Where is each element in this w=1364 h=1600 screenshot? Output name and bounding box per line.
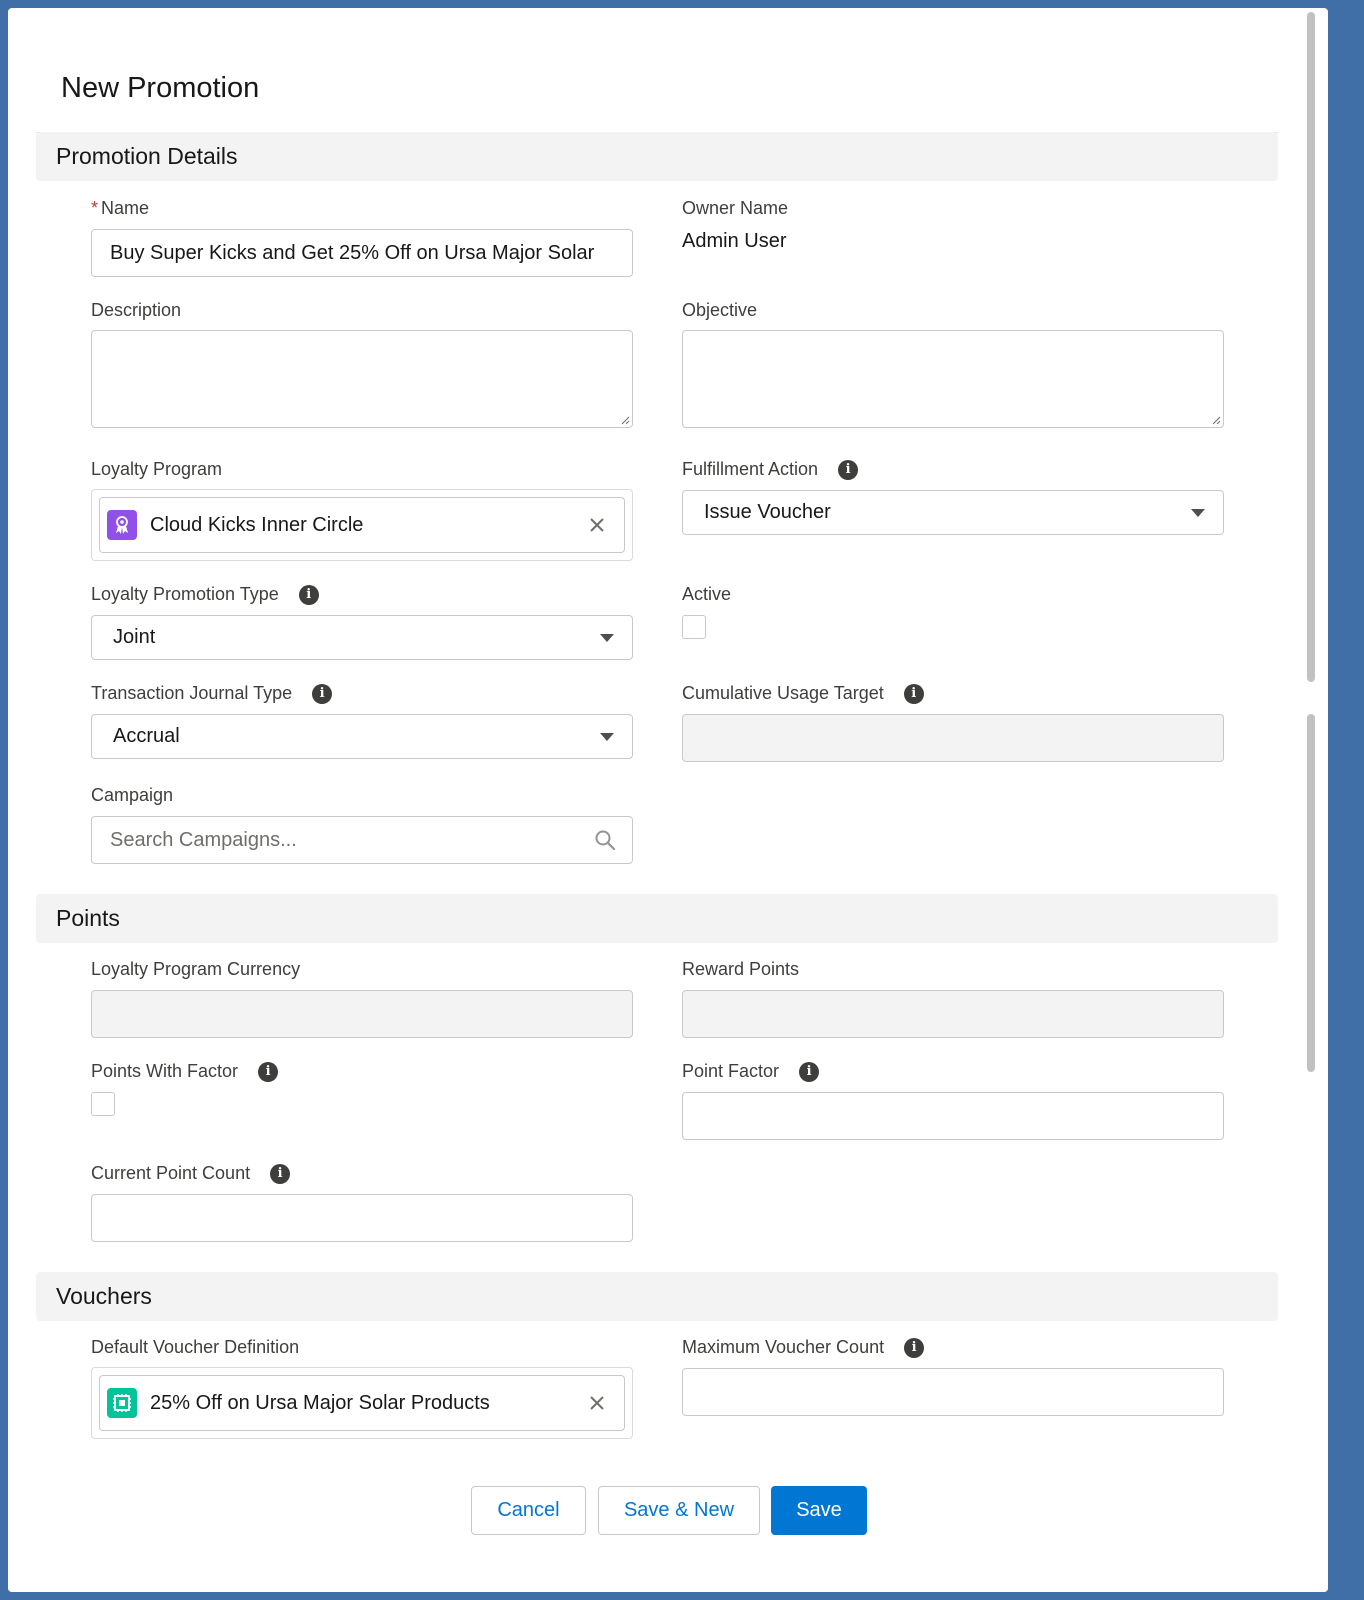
current-point-count-input[interactable] [91,1194,633,1242]
section-vouchers[interactable]: Vouchers [36,1272,1278,1321]
maximum-voucher-count-input[interactable] [682,1368,1224,1416]
section-promotion-details[interactable]: Promotion Details [36,132,1278,181]
reward-points-input [682,990,1224,1038]
points-with-factor-label-text: Points With Factor [91,1061,239,1081]
info-icon[interactable]: i [904,1337,925,1358]
maximum-voucher-count-label-text: Maximum Voucher Count [682,1337,885,1357]
cumulative-usage-target-input [682,714,1224,762]
campaign-label: Campaign [91,785,174,805]
modal-title: New Promotion [61,72,260,104]
loyalty-program-icon [107,510,137,540]
info-icon[interactable]: i [838,459,859,480]
default-voucher-definition-label: Default Voucher Definition [91,1337,300,1357]
loyalty-program-label: Loyalty Program [91,459,223,479]
name-label: * Name [91,198,149,219]
voucher-definition-pill[interactable]: 25% Off on Ursa Major Solar Products [99,1375,625,1431]
objective-label: Objective [682,300,758,320]
cancel-button[interactable]: Cancel [471,1486,586,1535]
save-button[interactable]: Save [771,1486,867,1535]
name-input[interactable]: Buy Super Kicks and Get 25% Off on Ursa … [91,229,633,277]
voucher-icon [107,1388,137,1418]
loyalty-promotion-type-label-text: Loyalty Promotion Type [91,584,279,604]
description-label: Description [91,300,182,320]
save-and-new-button[interactable]: Save & New [598,1486,760,1535]
point-factor-label-text: Point Factor [682,1061,780,1081]
transaction-journal-type-label-text: Transaction Journal Type [91,683,293,703]
voucher-definition-value: 25% Off on Ursa Major Solar Products [150,1391,490,1414]
fulfillment-action-label-text: Fulfillment Action [682,459,819,479]
current-point-count-label-text: Current Point Count [91,1163,251,1183]
info-icon[interactable]: i [258,1061,279,1082]
search-icon [595,830,616,851]
required-marker: * [91,198,99,218]
cumulative-usage-target-label: Cumulative Usage Target i [682,683,924,704]
campaign-placeholder: Search Campaigns... [110,828,297,851]
new-promotion-modal: New Promotion Promotion Details * Name B… [8,8,1328,1592]
chevron-down-icon [1191,508,1205,517]
name-label-text: Name [101,198,150,218]
points-with-factor-checkbox[interactable] [91,1092,115,1116]
fulfillment-action-value: Issue Voucher [704,501,831,523]
fulfillment-action-select[interactable]: Issue Voucher [682,490,1224,535]
loyalty-program-currency-label: Loyalty Program Currency [91,959,301,979]
close-icon[interactable] [588,516,606,534]
default-voucher-definition-lookup: 25% Off on Ursa Major Solar Products [91,1367,633,1439]
campaign-search-input[interactable]: Search Campaigns... [91,816,633,864]
active-checkbox[interactable] [682,615,706,639]
close-icon[interactable] [588,1394,606,1412]
loyalty-promotion-type-label: Loyalty Promotion Type i [91,584,319,605]
active-label: Active [682,584,732,604]
loyalty-program-pill[interactable]: Cloud Kicks Inner Circle [99,497,625,553]
owner-name-label: Owner Name [682,198,789,218]
loyalty-program-currency-input [91,990,633,1038]
info-icon[interactable]: i [799,1061,820,1082]
chevron-down-icon [600,732,614,741]
scrollbar-thumb[interactable] [1307,12,1315,682]
modal-footer: Cancel Save & New Save [8,1464,1328,1592]
info-icon[interactable]: i [312,683,333,704]
maximum-voucher-count-label: Maximum Voucher Count i [682,1337,925,1358]
loyalty-program-lookup: Cloud Kicks Inner Circle [91,489,633,561]
reward-points-label: Reward Points [682,959,800,979]
transaction-journal-type-label: Transaction Journal Type i [91,683,333,704]
scrollbar-thumb-secondary[interactable] [1307,714,1315,1072]
description-textarea[interactable] [91,330,633,428]
point-factor-input[interactable] [682,1092,1224,1140]
info-icon[interactable]: i [903,683,924,704]
point-factor-label: Point Factor i [682,1061,820,1082]
section-points[interactable]: Points [36,894,1278,943]
info-icon[interactable]: i [298,584,319,605]
loyalty-promotion-type-value: Joint [113,626,156,648]
resize-handle-icon[interactable] [1211,415,1221,425]
transaction-journal-type-select[interactable]: Accrual [91,714,633,759]
owner-name-value: Admin User [682,230,787,252]
loyalty-promotion-type-select[interactable]: Joint [91,615,633,660]
info-icon[interactable]: i [270,1163,291,1184]
current-point-count-label: Current Point Count i [91,1163,291,1184]
resize-handle-icon[interactable] [620,415,630,425]
chevron-down-icon [600,633,614,642]
transaction-journal-type-value: Accrual [113,725,180,747]
scrollbar[interactable] [1304,12,1318,1468]
fulfillment-action-label: Fulfillment Action i [682,459,859,480]
points-with-factor-label: Points With Factor i [91,1061,279,1082]
objective-textarea[interactable] [682,330,1224,428]
loyalty-program-value: Cloud Kicks Inner Circle [150,513,364,536]
cumulative-usage-target-label-text: Cumulative Usage Target [682,683,884,703]
